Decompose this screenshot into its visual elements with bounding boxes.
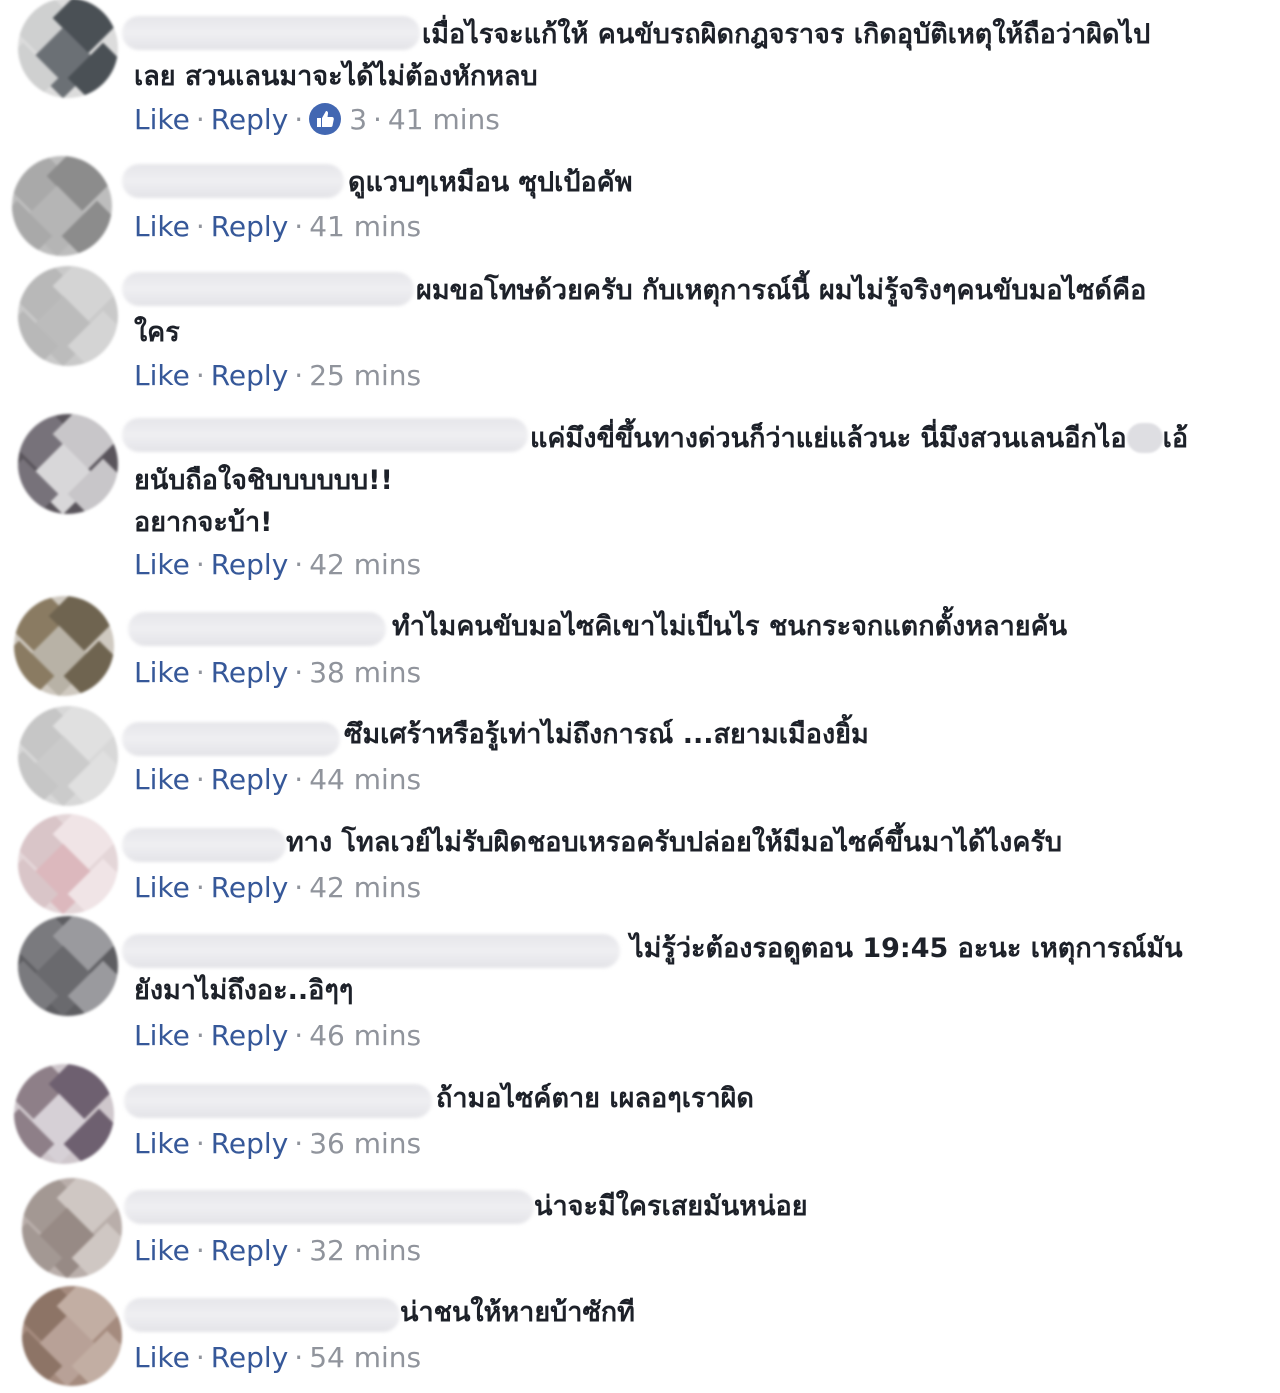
comment-text: ซึมเศร้าหรือรู้เท่าไม่ถึงการณ์ ...สยามเม… bbox=[344, 719, 869, 750]
like-link[interactable]: Like bbox=[134, 763, 190, 796]
separator: · bbox=[195, 1234, 205, 1267]
separator: · bbox=[294, 1341, 304, 1374]
avatar[interactable] bbox=[14, 596, 114, 696]
like-link[interactable]: Like bbox=[134, 1127, 190, 1160]
comment-actions: Like · Reply · 36 mins bbox=[134, 1124, 421, 1164]
avatar[interactable] bbox=[18, 266, 118, 366]
like-link[interactable]: Like bbox=[134, 1019, 190, 1052]
separator: · bbox=[195, 871, 205, 904]
comment-text: ผมขอโทษด้วยครับ กับเหตุการณ์นี้ ผมไม่รู้… bbox=[134, 275, 1147, 348]
avatar[interactable] bbox=[18, 916, 118, 1016]
comment-text-part: แค่มึงขี่ขึ้นทางด่วนก็ว่าแย่แล้วนะ นี่มึ… bbox=[530, 423, 1127, 454]
comment-actions: Like · Reply · 54 mins bbox=[134, 1338, 421, 1378]
timestamp[interactable]: 44 mins bbox=[309, 763, 421, 796]
avatar[interactable] bbox=[18, 414, 118, 514]
comment-actions: Like · Reply · 3 · 41 mins bbox=[134, 100, 500, 140]
reply-link[interactable]: Reply bbox=[211, 1127, 289, 1160]
comment-text: แค่มึงขี่ขึ้นทางด่วนก็ว่าแย่แล้วนะ นี่มึ… bbox=[134, 418, 1224, 544]
separator: · bbox=[195, 1019, 205, 1052]
timestamp[interactable]: 41 mins bbox=[388, 103, 500, 136]
timestamp[interactable]: 54 mins bbox=[309, 1341, 421, 1374]
separator: · bbox=[373, 103, 382, 136]
avatar[interactable] bbox=[18, 814, 118, 914]
reply-link[interactable]: Reply bbox=[211, 763, 289, 796]
like-link[interactable]: Like bbox=[134, 103, 190, 136]
separator: · bbox=[294, 1127, 304, 1160]
like-link[interactable]: Like bbox=[134, 1341, 190, 1374]
comment-actions: Like · Reply · 38 mins bbox=[134, 653, 421, 693]
separator: · bbox=[294, 656, 304, 689]
comment-text: ทาง โทลเวย์ไม่รับผิดชอบเหรอครับปล่อยให้ม… bbox=[286, 827, 1063, 858]
timestamp[interactable]: 32 mins bbox=[309, 1234, 421, 1267]
separator: · bbox=[294, 871, 304, 904]
separator: · bbox=[294, 763, 304, 796]
comment-actions: Like · Reply · 44 mins bbox=[134, 760, 421, 800]
reply-link[interactable]: Reply bbox=[211, 871, 289, 904]
separator: · bbox=[294, 103, 304, 136]
reply-link[interactable]: Reply bbox=[211, 210, 289, 243]
comment-text: น่าจะมีใครเสยมันหน่อย bbox=[534, 1191, 808, 1222]
like-link[interactable]: Like bbox=[134, 1234, 190, 1267]
separator: · bbox=[195, 1341, 205, 1374]
separator: · bbox=[195, 1127, 205, 1160]
comment-text: น่าชนให้หายบ้าซักที bbox=[400, 1297, 635, 1328]
comment-actions: Like · Reply · 25 mins bbox=[134, 356, 421, 396]
reply-link[interactable]: Reply bbox=[211, 656, 289, 689]
like-reaction-icon[interactable] bbox=[309, 103, 342, 135]
reply-link[interactable]: Reply bbox=[211, 359, 289, 392]
separator: · bbox=[195, 103, 205, 136]
redacted-word bbox=[1126, 423, 1163, 453]
comment-actions: Like · Reply · 46 mins bbox=[134, 1016, 421, 1056]
comment-text: ดูแวบๆเหมือน ซุปเป้อคัพ bbox=[348, 167, 633, 198]
avatar[interactable] bbox=[12, 156, 112, 256]
separator: · bbox=[195, 210, 205, 243]
reply-link[interactable]: Reply bbox=[211, 103, 289, 136]
comment-text: เมื่อไรจะแก้ให้ คนขับรถผิดกฎจราจร เกิดอุ… bbox=[134, 19, 1151, 92]
reply-link[interactable]: Reply bbox=[211, 1341, 289, 1374]
separator: · bbox=[195, 548, 205, 581]
comment-actions: Like · Reply · 42 mins bbox=[134, 545, 421, 585]
separator: · bbox=[294, 210, 304, 243]
reply-link[interactable]: Reply bbox=[211, 548, 289, 581]
separator: · bbox=[195, 763, 205, 796]
like-link[interactable]: Like bbox=[134, 210, 190, 243]
avatar[interactable] bbox=[22, 1178, 122, 1278]
comment-text: ถ้ามอไซค์ตาย เผลอๆเราผิด bbox=[436, 1083, 754, 1114]
like-link[interactable]: Like bbox=[134, 359, 190, 392]
separator: · bbox=[195, 359, 205, 392]
comment-text: ทำไมคนขับมอไซคิเขาไม่เป็นไร ชนกระจกแตกตั… bbox=[392, 611, 1068, 642]
comment-actions: Like · Reply · 41 mins bbox=[134, 207, 421, 247]
separator: · bbox=[294, 359, 304, 392]
reply-link[interactable]: Reply bbox=[211, 1019, 289, 1052]
timestamp[interactable]: 46 mins bbox=[309, 1019, 421, 1052]
separator: · bbox=[294, 1019, 304, 1052]
like-link[interactable]: Like bbox=[134, 656, 190, 689]
like-link[interactable]: Like bbox=[134, 548, 190, 581]
separator: · bbox=[294, 1234, 304, 1267]
avatar[interactable] bbox=[14, 1064, 114, 1164]
reaction-count: 3 bbox=[349, 103, 368, 136]
like-link[interactable]: Like bbox=[134, 871, 190, 904]
timestamp[interactable]: 42 mins bbox=[309, 548, 421, 581]
avatar[interactable] bbox=[22, 1286, 122, 1386]
avatar[interactable] bbox=[18, 0, 118, 98]
timestamp[interactable]: 42 mins bbox=[309, 871, 421, 904]
separator: · bbox=[294, 548, 304, 581]
comment-actions: Like · Reply · 42 mins bbox=[134, 868, 421, 908]
timestamp[interactable]: 38 mins bbox=[309, 656, 421, 689]
timestamp[interactable]: 25 mins bbox=[309, 359, 421, 392]
timestamp[interactable]: 41 mins bbox=[309, 210, 421, 243]
reply-link[interactable]: Reply bbox=[211, 1234, 289, 1267]
avatar[interactable] bbox=[18, 706, 118, 806]
timestamp[interactable]: 36 mins bbox=[309, 1127, 421, 1160]
comment-text: ไม่รู้ว่ะต้องรอดูตอน 19:45 อะนะ เหตุการณ… bbox=[134, 933, 1183, 1006]
comment-actions: Like · Reply · 32 mins bbox=[134, 1231, 421, 1271]
separator: · bbox=[195, 656, 205, 689]
